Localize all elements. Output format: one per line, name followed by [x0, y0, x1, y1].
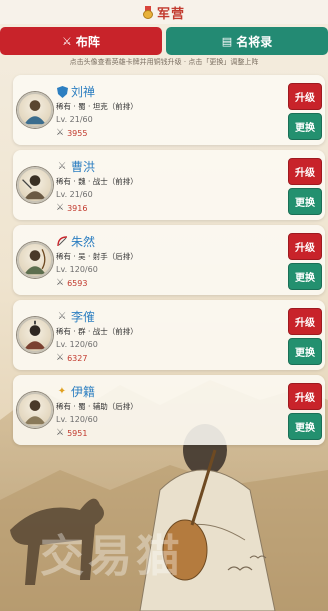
upgrade-button[interactable]: 升级 [288, 158, 322, 185]
book-icon: ▤ [221, 34, 233, 48]
tab-formation[interactable]: ⚔ 布阵 [0, 27, 162, 55]
upgrade-button[interactable]: 升级 [288, 83, 322, 110]
swap-button[interactable]: 更换 [288, 263, 322, 290]
tab-bar: ⚔ 布阵 ▤ 名将录 [0, 27, 328, 55]
hero-avatar[interactable] [17, 317, 53, 353]
swap-button[interactable]: 更换 [288, 113, 322, 140]
crossed-swords-icon: ⚔ [56, 428, 65, 438]
hero-level: Lv. 120/60 [56, 340, 98, 349]
hint-text: 点击头像查看英雄卡牌并用铜钱升级 · 点击「更换」调整上阵 [69, 58, 259, 66]
crossed-swords-icon: ⚔ [56, 203, 65, 213]
hero-card: 朱然 稀有 · 吴 · 射手（后排） Lv. 120/60 ⚔ 6593 升级 … [13, 225, 325, 295]
shield-icon [56, 85, 68, 98]
hero-meta: 稀有 · 蜀 · 坦克（前排） [56, 102, 138, 111]
tab-generals-label: 名将录 [236, 34, 273, 49]
tab-formation-label: 布阵 [75, 34, 100, 49]
hero-name: 曹洪 [71, 160, 96, 174]
hero-level: Lv. 21/60 [56, 115, 93, 124]
bow-icon [56, 236, 68, 248]
hero-level: Lv. 120/60 [56, 265, 98, 274]
crossed-swords-icon: ⚔ [57, 161, 67, 172]
hero-card: 刘禅 稀有 · 蜀 · 坦克（前排） Lv. 21/60 ⚔ 3955 升级 更… [13, 75, 325, 145]
hero-card: ✦ 伊籍 稀有 · 蜀 · 辅助（后排） Lv. 120/60 ⚔ 5951 升… [13, 375, 325, 445]
medal-icon [142, 5, 153, 19]
hero-avatar[interactable] [17, 92, 53, 128]
hero-power: 5951 [67, 428, 88, 438]
hero-level: Lv. 120/60 [56, 415, 98, 424]
hero-power: 6593 [67, 278, 88, 288]
hero-name: 李傕 [71, 310, 96, 324]
hero-meta: 稀有 · 蜀 · 辅助（后排） [56, 402, 138, 411]
sparkle-icon: ✦ [57, 386, 67, 397]
crossed-swords-icon: ⚔ [56, 353, 65, 363]
hero-meta: 稀有 · 吴 · 射手（后排） [56, 252, 138, 261]
hero-name: 刘禅 [71, 85, 96, 99]
tab-generals[interactable]: ▤ 名将录 [166, 27, 328, 55]
upgrade-button[interactable]: 升级 [288, 383, 322, 410]
crossed-swords-icon: ⚔ [62, 34, 72, 48]
crossed-swords-icon: ⚔ [57, 311, 67, 322]
upgrade-button[interactable]: 升级 [288, 308, 322, 335]
watermark: 交易猫 [40, 531, 184, 582]
crossed-swords-icon: ⚔ [56, 278, 65, 288]
swap-button[interactable]: 更换 [288, 413, 322, 440]
hero-avatar[interactable] [17, 167, 53, 203]
hero-avatar[interactable] [17, 392, 53, 428]
hero-level: Lv. 21/60 [56, 190, 93, 199]
hero-meta: 稀有 · 魏 · 战士（前排） [56, 177, 138, 186]
upgrade-button[interactable]: 升级 [288, 233, 322, 260]
crossed-swords-icon: ⚔ [56, 128, 65, 138]
hero-meta: 稀有 · 群 · 战士（前排） [56, 327, 138, 336]
swap-button[interactable]: 更换 [288, 338, 322, 365]
hero-power: 3955 [67, 128, 88, 138]
hero-avatar[interactable] [17, 242, 53, 278]
hero-name: 伊籍 [71, 385, 96, 399]
hero-card: ⚔ 曹洪 稀有 · 魏 · 战士（前排） Lv. 21/60 ⚔ 3916 升级… [13, 150, 325, 220]
page-header: 军营 [0, 0, 328, 24]
hero-power: 3916 [67, 203, 88, 213]
hero-list: 刘禅 稀有 · 蜀 · 坦克（前排） Lv. 21/60 ⚔ 3955 升级 更… [13, 75, 325, 450]
hero-card: ⚔ 李傕 稀有 · 群 · 战士（前排） Lv. 120/60 ⚔ 6327 升… [13, 300, 325, 370]
hero-name: 朱然 [71, 235, 96, 249]
swap-button[interactable]: 更换 [288, 188, 322, 215]
hero-power: 6327 [67, 353, 88, 363]
page-title: 军营 [156, 6, 185, 22]
